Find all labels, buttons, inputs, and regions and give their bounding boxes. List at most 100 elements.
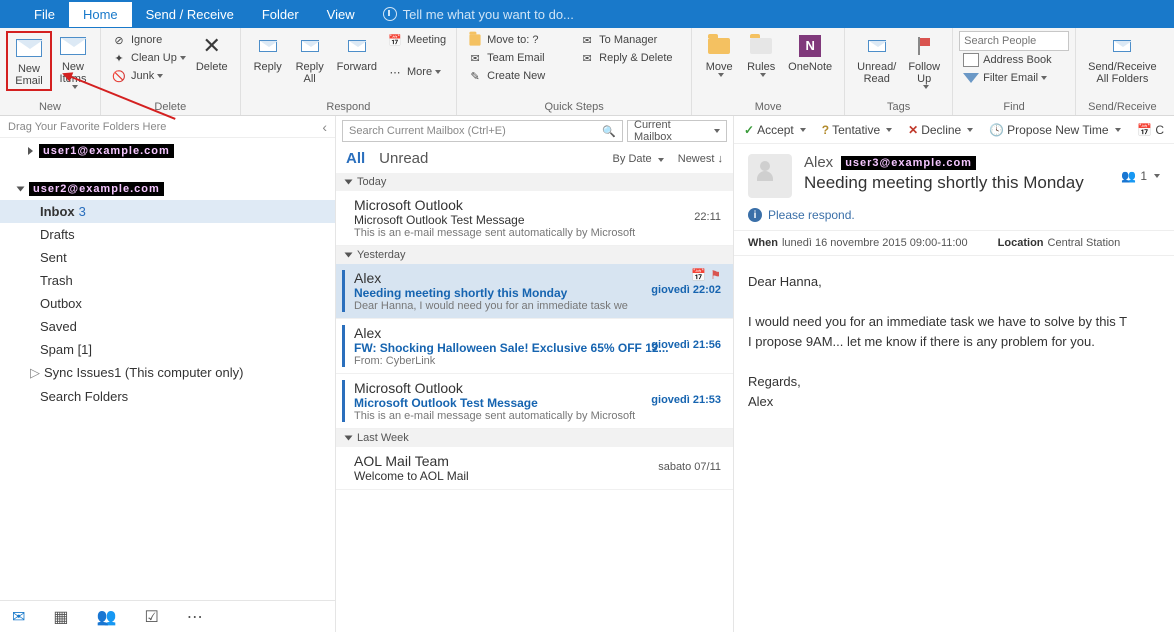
propose-new-time-button[interactable]: 🕓Propose New Time bbox=[989, 123, 1120, 137]
quickstep-create-new[interactable]: ✎Create New bbox=[463, 67, 575, 85]
onenote-label: OneNote bbox=[788, 61, 832, 73]
rules-button[interactable]: Rules bbox=[740, 31, 782, 79]
search-scope-dropdown[interactable]: Current Mailbox bbox=[627, 120, 727, 142]
sender-address: user3@example.com bbox=[841, 156, 976, 170]
message-item[interactable]: AOL Mail Team Welcome to AOL Mail sabato… bbox=[336, 447, 733, 490]
people-count[interactable]: 👥1 bbox=[1121, 154, 1160, 198]
address-book-label: Address Book bbox=[983, 54, 1051, 66]
reply-all-icon bbox=[301, 40, 319, 52]
search-mailbox-input[interactable]: Search Current Mailbox (Ctrl+E) 🔍 bbox=[342, 120, 623, 142]
filter-unread[interactable]: Unread bbox=[379, 150, 428, 167]
move-button[interactable]: Move bbox=[698, 31, 740, 79]
filter-email-button[interactable]: Filter Email bbox=[959, 69, 1069, 87]
folder-icon bbox=[470, 34, 481, 45]
message-item[interactable]: Alex FW: Shocking Halloween Sale! Exclus… bbox=[336, 319, 733, 374]
quickstep-team-email[interactable]: ✉Team Email bbox=[463, 49, 575, 67]
reply-button[interactable]: Reply bbox=[247, 31, 289, 75]
message-item[interactable]: Microsoft Outlook Microsoft Outlook Test… bbox=[336, 191, 733, 246]
account-2[interactable]: user2@example.com bbox=[0, 176, 335, 200]
funnel-icon bbox=[963, 73, 979, 83]
calendar-button[interactable]: 📅 C bbox=[1137, 123, 1164, 137]
envelope-icon bbox=[16, 39, 42, 57]
delete-label: Delete bbox=[196, 61, 228, 73]
forward-button[interactable]: Forward bbox=[331, 31, 383, 75]
tasks-view-icon[interactable]: ☑ bbox=[144, 607, 158, 627]
calendar-icon: 📅 bbox=[691, 268, 706, 282]
meeting-response-bar: ✓Accept ?Tentative ✕Decline 🕓Propose New… bbox=[734, 116, 1174, 144]
folder-outbox[interactable]: Outbox bbox=[0, 292, 335, 315]
tell-me-search[interactable]: Tell me what you want to do... bbox=[383, 7, 574, 22]
calendar-view-icon[interactable]: ▦ bbox=[53, 607, 68, 627]
more-views-icon[interactable]: ⋯ bbox=[187, 607, 203, 627]
tentative-button[interactable]: ?Tentative bbox=[822, 123, 892, 137]
tab-view[interactable]: View bbox=[313, 2, 369, 27]
clean-up-button[interactable]: ✦Clean Up bbox=[107, 49, 190, 67]
navigation-pane: Drag Your Favorite Folders Here ‹ user1@… bbox=[0, 116, 336, 632]
body-line: I propose 9AM... let me know if there is… bbox=[748, 332, 1160, 352]
folder-spam[interactable]: Spam [1] bbox=[0, 338, 335, 361]
move-label: Move bbox=[706, 61, 733, 73]
people-view-icon[interactable]: 👥 bbox=[97, 607, 117, 627]
please-respond-notice: i Please respond. bbox=[734, 206, 1174, 230]
meeting-button[interactable]: 📅Meeting bbox=[383, 31, 450, 49]
reply-icon bbox=[259, 40, 277, 52]
folder-trash[interactable]: Trash bbox=[0, 269, 335, 292]
folder-search-folders[interactable]: Search Folders bbox=[0, 385, 335, 408]
reply-all-button[interactable]: Reply All bbox=[289, 31, 331, 87]
group-yesterday[interactable]: Yesterday bbox=[336, 246, 733, 264]
folder-sent[interactable]: Sent bbox=[0, 246, 335, 269]
group-today[interactable]: Today bbox=[336, 173, 733, 191]
create-icon: ✎ bbox=[467, 69, 483, 83]
group-label-tags: Tags bbox=[851, 101, 946, 115]
folder-sync-issues[interactable]: ▷Sync Issues1 (This computer only) bbox=[0, 361, 335, 385]
group-last-week[interactable]: Last Week bbox=[336, 429, 733, 447]
send-receive-all-button[interactable]: Send/Receive All Folders bbox=[1082, 31, 1163, 87]
chevron-down-icon bbox=[435, 70, 441, 74]
body-line: Alex bbox=[748, 392, 1160, 412]
ignore-button[interactable]: ⊘Ignore bbox=[107, 31, 190, 49]
tab-send-receive[interactable]: Send / Receive bbox=[132, 2, 248, 27]
respond-text: Please respond. bbox=[768, 208, 855, 222]
message-item-selected[interactable]: 📅⚑ Alex Needing meeting shortly this Mon… bbox=[336, 264, 733, 319]
delete-button[interactable]: ✕ Delete bbox=[190, 31, 234, 75]
mail-view-icon[interactable]: ✉ bbox=[12, 607, 25, 627]
new-email-button[interactable]: New Email bbox=[6, 31, 52, 91]
reading-pane: ✓Accept ?Tentative ✕Decline 🕓Propose New… bbox=[734, 116, 1174, 632]
filter-all[interactable]: All bbox=[346, 150, 365, 167]
quickstep-move-to[interactable]: Move to: ? bbox=[463, 31, 575, 49]
chevron-down-icon bbox=[157, 74, 163, 78]
favorites-header[interactable]: Drag Your Favorite Folders Here ‹ bbox=[0, 116, 335, 138]
message-from: Microsoft Outlook bbox=[354, 197, 723, 213]
folder-inbox[interactable]: Inbox3 bbox=[0, 200, 335, 223]
more-icon: ⋯ bbox=[387, 65, 403, 79]
sort-by-date[interactable]: By Date bbox=[613, 153, 664, 165]
reply-all-label: Reply All bbox=[296, 61, 324, 85]
decline-button[interactable]: ✕Decline bbox=[908, 123, 973, 137]
triangle-down-icon bbox=[345, 253, 353, 258]
message-subject-header: Needing meeting shortly this Monday bbox=[804, 173, 1121, 193]
account-1[interactable]: user1@example.com bbox=[0, 138, 335, 162]
accept-button[interactable]: ✓Accept bbox=[744, 123, 806, 137]
unread-read-button[interactable]: Unread/ Read bbox=[851, 31, 902, 87]
quickstep-to-manager[interactable]: ✉To Manager bbox=[575, 31, 685, 49]
collapse-icon[interactable]: ‹ bbox=[322, 119, 327, 135]
message-header: Alexuser3@example.com Needing meeting sh… bbox=[734, 144, 1174, 206]
folder-drafts[interactable]: Drafts bbox=[0, 223, 335, 246]
ribbon-group-delete: ⊘Ignore ✦Clean Up 🚫Junk ✕ Delete Delete bbox=[101, 28, 241, 115]
junk-button[interactable]: 🚫Junk bbox=[107, 67, 190, 85]
inbox-label: Inbox bbox=[40, 204, 75, 219]
tab-file[interactable]: File bbox=[20, 2, 69, 27]
quickstep-reply-delete[interactable]: ✉Reply & Delete bbox=[575, 49, 685, 67]
address-book-button[interactable]: Address Book bbox=[959, 51, 1069, 69]
folder-saved[interactable]: Saved bbox=[0, 315, 335, 338]
sync-label: Sync Issues1 (This computer only) bbox=[44, 365, 243, 380]
more-respond-button[interactable]: ⋯More bbox=[383, 63, 450, 81]
onenote-button[interactable]: NOneNote bbox=[782, 31, 838, 75]
follow-up-button[interactable]: Follow Up bbox=[902, 31, 946, 91]
message-item[interactable]: Microsoft Outlook Microsoft Outlook Test… bbox=[336, 374, 733, 429]
tab-home[interactable]: Home bbox=[69, 2, 132, 27]
search-people-input[interactable] bbox=[959, 31, 1069, 51]
tab-folder[interactable]: Folder bbox=[248, 2, 313, 27]
sort-newest[interactable]: Newest ↓ bbox=[678, 153, 723, 165]
scope-label: Current Mailbox bbox=[634, 119, 711, 143]
